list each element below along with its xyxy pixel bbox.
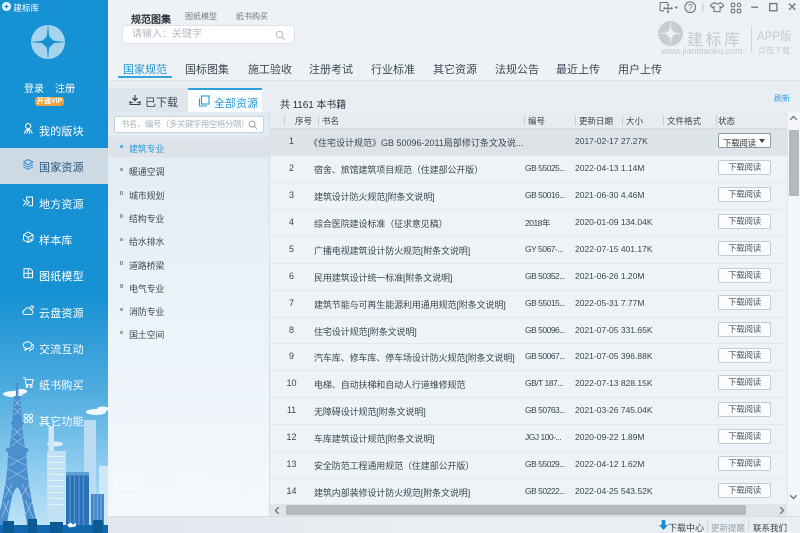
svg-text:?: ?: [688, 3, 693, 13]
